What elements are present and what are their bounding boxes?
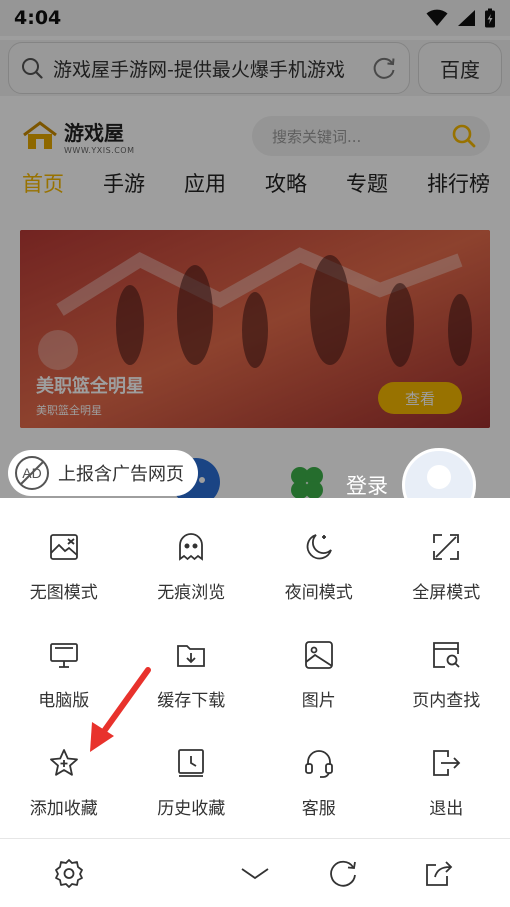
- moon-icon: [306, 534, 332, 560]
- chevron-down-icon: [241, 868, 269, 880]
- menu-label: 全屏模式: [412, 583, 481, 603]
- menu-label: 退出: [429, 799, 464, 819]
- menu-label: 电脑版: [38, 691, 90, 711]
- menu-label: 添加收藏: [29, 799, 98, 819]
- fullscreen-icon: [433, 534, 460, 560]
- headset-icon: [304, 750, 333, 778]
- report-ad-label: 上报含广告网页: [58, 464, 184, 485]
- menu-incognito[interactable]: 无痕浏览: [128, 530, 256, 608]
- menu-label: 图片: [301, 691, 336, 711]
- menu-label: 页内查找: [412, 691, 481, 711]
- settings-button[interactable]: [52, 856, 86, 890]
- menu-history-favorites[interactable]: 历史收藏: [128, 746, 256, 824]
- picture-icon: [304, 641, 333, 669]
- gear-icon: [55, 859, 83, 888]
- history-icon: [178, 749, 205, 777]
- share-icon: [426, 861, 453, 886]
- desktop-icon: [49, 643, 78, 668]
- menu-exit[interactable]: 退出: [383, 746, 510, 824]
- menu-customer-service[interactable]: 客服: [255, 746, 383, 824]
- menu-add-favorite[interactable]: 添加收藏: [0, 746, 128, 824]
- refresh-circle-icon: [330, 860, 356, 887]
- menu-pictures[interactable]: 图片: [255, 638, 383, 716]
- exit-icon: [433, 750, 461, 776]
- menu-night-mode[interactable]: 夜间模式: [255, 530, 383, 608]
- find-in-page-icon: [433, 642, 460, 668]
- dim-overlay[interactable]: [0, 0, 510, 498]
- menu-label: 历史收藏: [157, 799, 226, 819]
- menu-label: 夜间模式: [284, 583, 353, 603]
- svg-text:AD: AD: [22, 465, 41, 481]
- bottom-toolbar: [0, 848, 510, 900]
- report-ad-button[interactable]: AD 上报含广告网页: [8, 450, 198, 496]
- ad-block-icon: AD: [15, 456, 49, 490]
- menu-no-image-mode[interactable]: 无图模式: [0, 530, 128, 608]
- red-arrow-annotation: [90, 667, 151, 752]
- ghost-icon: [179, 533, 204, 561]
- menu-label: 无图模式: [29, 583, 98, 603]
- star-add-icon: [49, 749, 78, 776]
- menu-label: 无痕浏览: [157, 583, 226, 603]
- collapse-menu-button[interactable]: [238, 856, 272, 890]
- menu-label: 客服: [301, 799, 336, 819]
- menu-sheet: 无图模式 无痕浏览 夜间模式 全屏模式 电脑版 缓存下载 图片 页内查找 添加收…: [0, 498, 510, 907]
- share-button[interactable]: [422, 856, 456, 890]
- toolbar-divider: [0, 838, 510, 839]
- download-folder-icon: [177, 645, 206, 667]
- login-link[interactable]: 登录: [346, 470, 388, 500]
- refresh-page-button[interactable]: [326, 856, 360, 890]
- menu-label: 缓存下载: [157, 691, 226, 711]
- no-image-icon: [49, 534, 78, 560]
- menu-grid: 无图模式 无痕浏览 夜间模式 全屏模式 电脑版 缓存下载 图片 页内查找 添加收…: [0, 530, 510, 824]
- menu-fullscreen[interactable]: 全屏模式: [383, 530, 510, 608]
- menu-find-in-page[interactable]: 页内查找: [383, 638, 510, 716]
